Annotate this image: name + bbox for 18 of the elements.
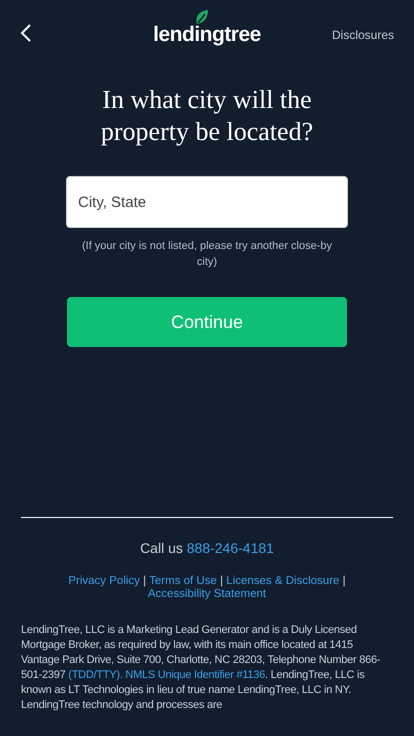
city-field[interactable]: City, State: [66, 176, 348, 228]
leaf-icon: [195, 9, 210, 26]
separator: |: [342, 575, 346, 587]
separator: |: [220, 575, 224, 587]
disclosures-link[interactable]: Disclosures: [332, 26, 394, 44]
footer-link[interactable]: Privacy Policy: [68, 575, 140, 587]
footer-link[interactable]: Licenses & Disclosure: [226, 575, 340, 587]
disclaimer-text: LendingTree, LLC is a Marketing Lead Generator and is a Duly Licensed Mortgage Broker, as required by law, with its main office located at 1415 Vantage Park Drive, Suite 700, Charlotte, NC 28203, Telephone Number 866-501-2397 (TDD/TTY). NMLS Unique Identifier #1136. LendingTree, LLC is known as LT Technologies in lieu of true name LendingTree, LLC in NY. LendingTree technology and processes are: [21, 623, 382, 713]
separator: |: [143, 575, 146, 587]
question-title: In what city will the property be located?: [100, 84, 314, 148]
call-label: Call us: [140, 540, 183, 556]
hint-text: (If your city is not listed, please try another close-by city): [80, 239, 334, 270]
footer-link[interactable]: Accessibility Statement: [148, 588, 266, 600]
footer-link[interactable]: Terms of Use: [149, 575, 217, 587]
disclaimer-link[interactable]: (TDD/TTY). NMLS Unique Identifier #1136: [68, 669, 265, 681]
logo-text[interactable]: lendingtree: [153, 23, 261, 46]
back-icon: [20, 22, 32, 43]
phone-link[interactable]: 888-246-4181: [186, 540, 274, 556]
